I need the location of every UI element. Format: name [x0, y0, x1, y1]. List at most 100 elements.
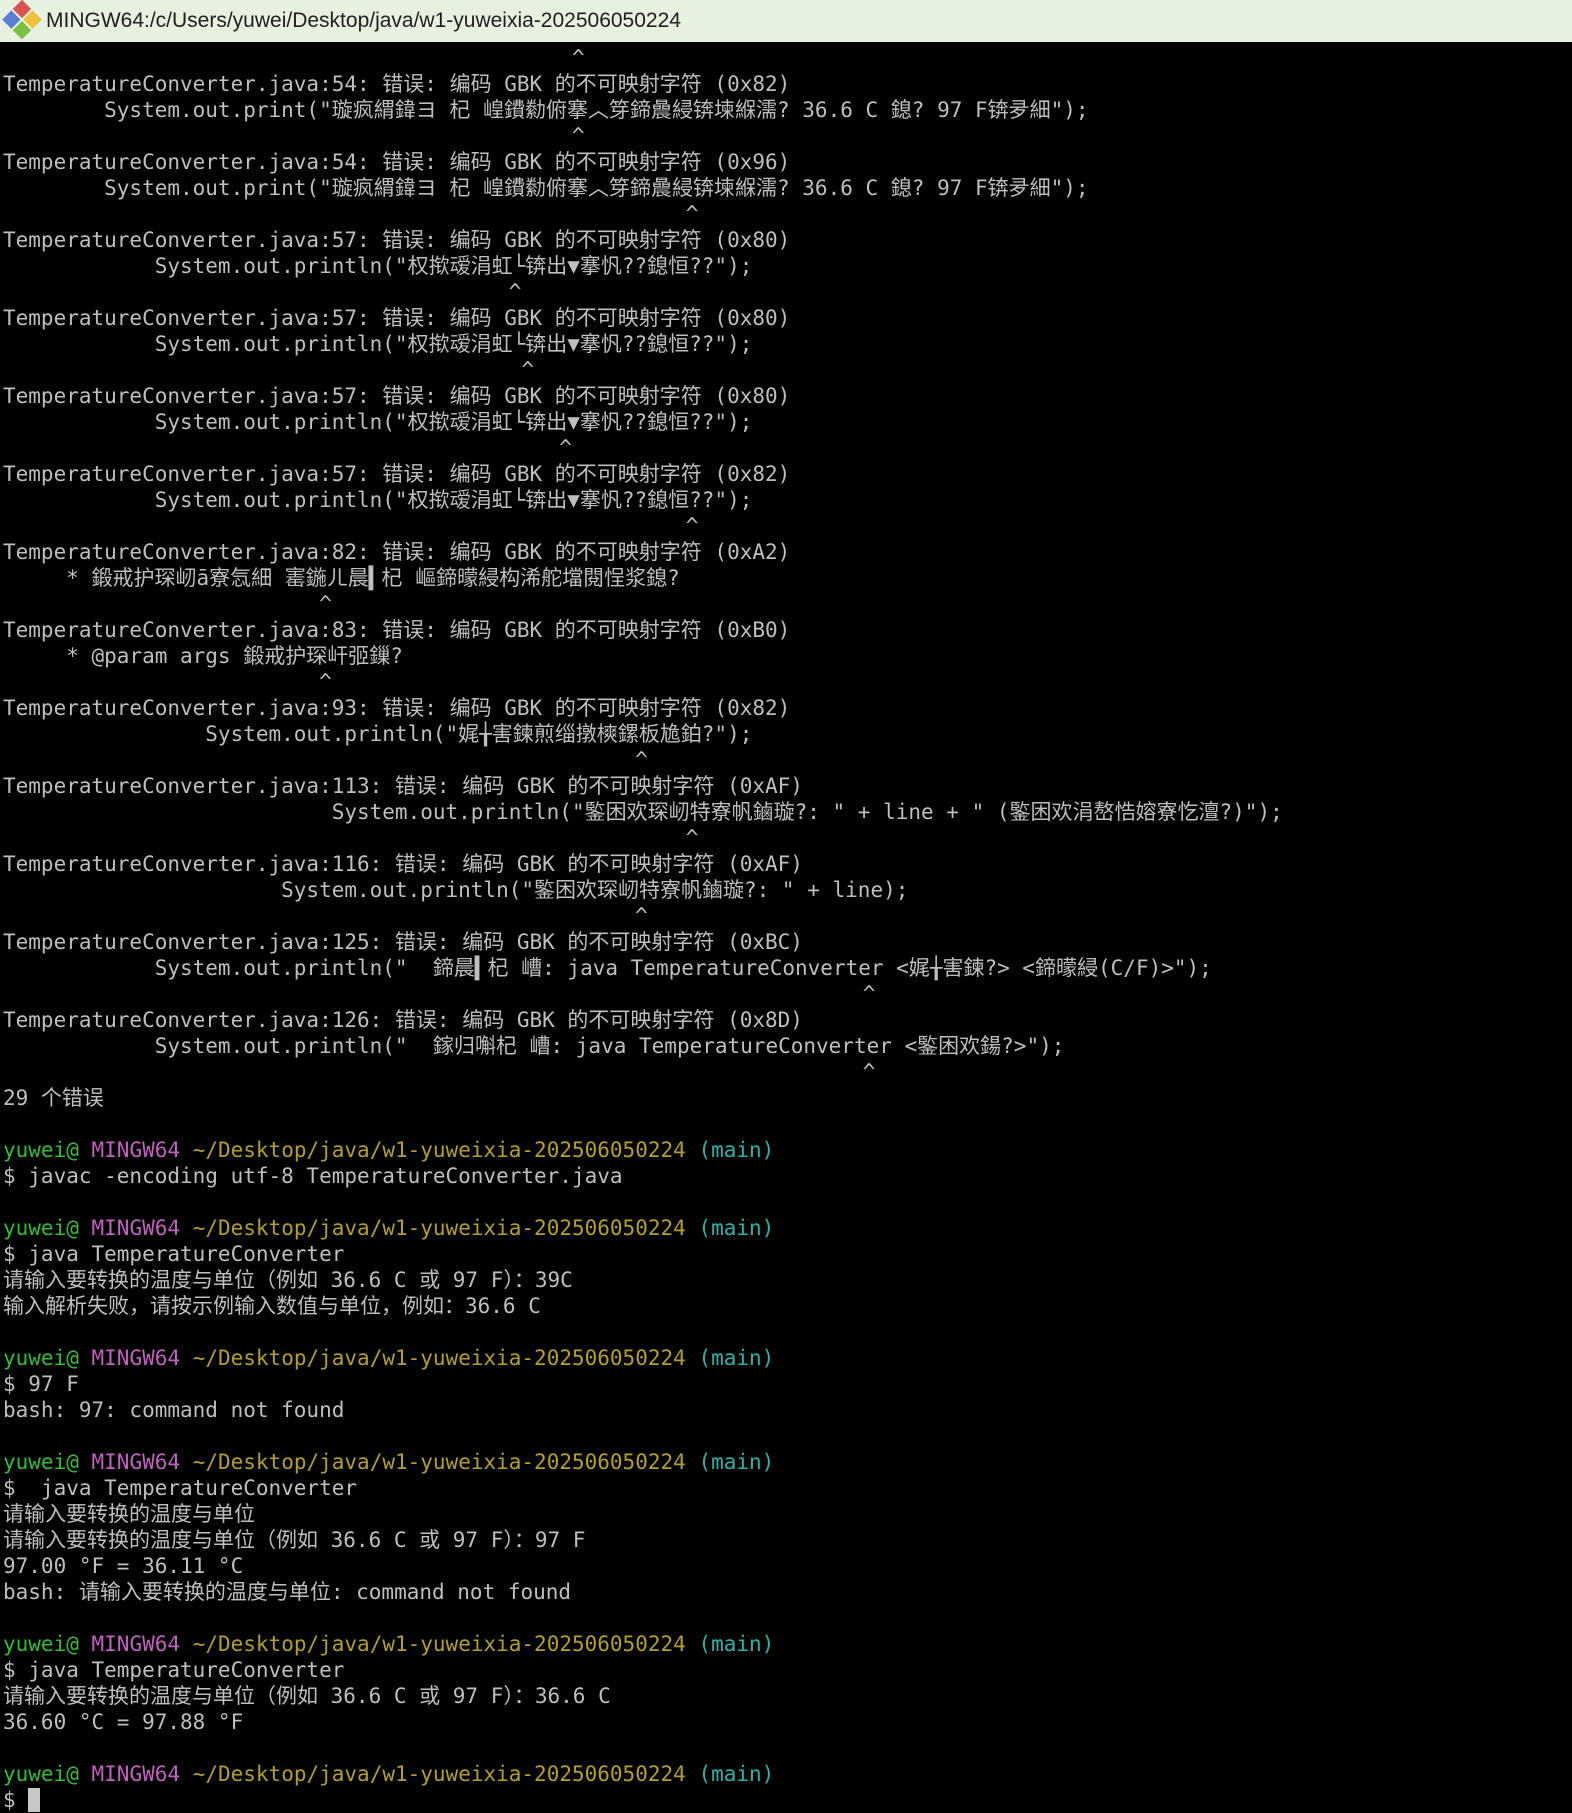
terminal-output-line: System.out.println("娓╁害鍊煎缁撴樉鏍板尯鉑?"); — [3, 721, 1572, 747]
terminal-output-line: 请输入要转换的温度与单位（例如 36.6 C 或 97 F）：36.6 C — [3, 1683, 1572, 1709]
prompt-user: yuwei@ — [3, 1216, 79, 1240]
prompt-space — [686, 1632, 699, 1656]
prompt-space — [686, 1762, 699, 1786]
terminal-output-line: 请输入要转换的温度与单位（例如 36.6 C 或 97 F）：97 F — [3, 1527, 1572, 1553]
caret-marker: ^ — [3, 513, 1572, 539]
terminal-output-line: bash: 97: command not found — [3, 1397, 1572, 1423]
terminal-output-line: System.out.println("权揿叆涓虹└锛出▼搴忛??鎴恒??"); — [3, 409, 1572, 435]
terminal[interactable]: ^TemperatureConverter.java:54: 错误: 编码 GB… — [0, 42, 1572, 1813]
terminal-output-line: 29 个错误 — [3, 1085, 1572, 1111]
terminal-output-line: * @param args 鍛戒护琛屽弬鏁? — [3, 643, 1572, 669]
prompt-git-branch: (main) — [698, 1138, 774, 1162]
blank-line — [3, 1319, 1572, 1345]
blank-line — [3, 1189, 1572, 1215]
prompt-user: yuwei@ — [3, 1138, 79, 1162]
caret-marker: ^ — [3, 669, 1572, 695]
terminal-output-line: System.out.println("权揿叆涓虹└锛出▼搴忛??鎴恒??"); — [3, 331, 1572, 357]
terminal-output-line: System.out.println("权揿叆涓虹└锛出▼搴忛??鎴恒??"); — [3, 487, 1572, 513]
prompt-host: MINGW64 — [92, 1138, 181, 1162]
caret-marker: ^ — [3, 981, 1572, 1007]
terminal-output-line: TemperatureConverter.java:54: 错误: 编码 GBK… — [3, 149, 1572, 175]
prompt-host: MINGW64 — [92, 1450, 181, 1474]
terminal-output-line: 97.00 °F = 36.11 °C — [3, 1553, 1572, 1579]
terminal-output-line: TemperatureConverter.java:57: 错误: 编码 GBK… — [3, 383, 1572, 409]
terminal-output-line: System.out.print("璇疯緭鍏ヨ 杞 崲鐨勬俯搴︿笌鍗曟綅锛堜緥濡… — [3, 97, 1572, 123]
command-line: $ java TemperatureConverter — [3, 1241, 1572, 1267]
prompt-path: ~/Desktop/java/w1-yuweixia-202506050224 — [193, 1632, 686, 1656]
prompt-space — [79, 1138, 92, 1162]
terminal-output-line: System.out.println(" 鍗晨▍杞 嶆: java Temper… — [3, 955, 1572, 981]
window-titlebar[interactable]: MINGW64:/c/Users/yuwei/Desktop/java/w1-y… — [0, 0, 1572, 42]
prompt-line: yuwei@ MINGW64 ~/Desktop/java/w1-yuweixi… — [3, 1761, 1572, 1787]
prompt-path: ~/Desktop/java/w1-yuweixia-202506050224 — [193, 1138, 686, 1162]
prompt-git-branch: (main) — [698, 1216, 774, 1240]
blank-line — [3, 1111, 1572, 1137]
caret-marker: ^ — [3, 357, 1572, 383]
prompt-space — [79, 1632, 92, 1656]
prompt-git-branch: (main) — [698, 1762, 774, 1786]
prompt-line: yuwei@ MINGW64 ~/Desktop/java/w1-yuweixi… — [3, 1215, 1572, 1241]
prompt-user: yuwei@ — [3, 1346, 79, 1370]
terminal-output-line: TemperatureConverter.java:116: 错误: 编码 GB… — [3, 851, 1572, 877]
caret-marker: ^ — [3, 903, 1572, 929]
terminal-output-line: 输入解析失败，请按示例输入数值与单位，例如：36.6 C — [3, 1293, 1572, 1319]
blank-line — [3, 1735, 1572, 1761]
prompt-space — [686, 1450, 699, 1474]
prompt-path: ~/Desktop/java/w1-yuweixia-202506050224 — [193, 1450, 686, 1474]
terminal-output-line: System.out.println("鍳困欢琛屻特寮帆鏀璇?: " + lin… — [3, 799, 1572, 825]
prompt-space — [180, 1216, 193, 1240]
terminal-output-line: System.out.print("璇疯緭鍏ヨ 杞 崲鐨勬俯搴︿笌鍗曟綅锛堜緥濡… — [3, 175, 1572, 201]
terminal-output-line: TemperatureConverter.java:82: 错误: 编码 GBK… — [3, 539, 1572, 565]
terminal-output-line: TemperatureConverter.java:54: 错误: 编码 GBK… — [3, 71, 1572, 97]
prompt-line: yuwei@ MINGW64 ~/Desktop/java/w1-yuweixi… — [3, 1137, 1572, 1163]
dollar-sign: $ — [3, 1788, 28, 1812]
prompt-git-branch: (main) — [698, 1346, 774, 1370]
terminal-output-line: TemperatureConverter.java:113: 错误: 编码 GB… — [3, 773, 1572, 799]
blank-line — [3, 1423, 1572, 1449]
prompt-path: ~/Desktop/java/w1-yuweixia-202506050224 — [193, 1346, 686, 1370]
prompt-host: MINGW64 — [92, 1762, 181, 1786]
terminal-output-line: TemperatureConverter.java:93: 错误: 编码 GBK… — [3, 695, 1572, 721]
prompt-space — [180, 1632, 193, 1656]
prompt-space — [79, 1216, 92, 1240]
caret-marker: ^ — [3, 591, 1572, 617]
caret-marker: ^ — [3, 435, 1572, 461]
prompt-space — [686, 1346, 699, 1370]
prompt-line: yuwei@ MINGW64 ~/Desktop/java/w1-yuweixi… — [3, 1631, 1572, 1657]
prompt-user: yuwei@ — [3, 1450, 79, 1474]
caret-marker: ^ — [3, 123, 1572, 149]
prompt-git-branch: (main) — [698, 1450, 774, 1474]
terminal-output-line: TemperatureConverter.java:125: 错误: 编码 GB… — [3, 929, 1572, 955]
prompt-space — [686, 1216, 699, 1240]
prompt-space — [79, 1762, 92, 1786]
prompt-host: MINGW64 — [92, 1346, 181, 1370]
prompt-host: MINGW64 — [92, 1632, 181, 1656]
caret-marker: ^ — [3, 45, 1572, 71]
prompt-space — [180, 1138, 193, 1162]
terminal-output-line: System.out.println(" 鎵归嘝杞 嶆: java Temper… — [3, 1033, 1572, 1059]
prompt-host: MINGW64 — [92, 1216, 181, 1240]
prompt-git-branch: (main) — [698, 1632, 774, 1656]
terminal-output-line: System.out.println("鍳困欢琛屻特寮帆鏀璇?: " + lin… — [3, 877, 1572, 903]
prompt-space — [686, 1138, 699, 1162]
command-line: $ java TemperatureConverter — [3, 1657, 1572, 1683]
prompt-space — [180, 1346, 193, 1370]
prompt-path: ~/Desktop/java/w1-yuweixia-202506050224 — [193, 1762, 686, 1786]
msys2-diamond-icon — [1, 0, 43, 42]
terminal-output-line: 请输入要转换的温度与单位 — [3, 1501, 1572, 1527]
prompt-space — [79, 1450, 92, 1474]
caret-marker: ^ — [3, 1059, 1572, 1085]
caret-marker: ^ — [3, 279, 1572, 305]
terminal-output-line: TemperatureConverter.java:126: 错误: 编码 GB… — [3, 1007, 1572, 1033]
prompt-user: yuwei@ — [3, 1632, 79, 1656]
terminal-output-line: 36.60 °C = 97.88 °F — [3, 1709, 1572, 1735]
prompt-space — [180, 1762, 193, 1786]
command-line: $ javac -encoding utf-8 TemperatureConve… — [3, 1163, 1572, 1189]
terminal-output-line: TemperatureConverter.java:57: 错误: 编码 GBK… — [3, 227, 1572, 253]
terminal-output-line: TemperatureConverter.java:57: 错误: 编码 GBK… — [3, 305, 1572, 331]
terminal-output-line: * 鍛戒护琛屻ā寮忥細 寚鍦ㄦ晨▍杞 嶇鍗曚綅构浠舵壋閱悜浆鎴? — [3, 565, 1572, 591]
command-line-active: $ — [3, 1787, 1572, 1813]
terminal-output-line: TemperatureConverter.java:83: 错误: 编码 GBK… — [3, 617, 1572, 643]
window-title: MINGW64:/c/Users/yuwei/Desktop/java/w1-y… — [46, 9, 681, 33]
terminal-output-line: TemperatureConverter.java:57: 错误: 编码 GBK… — [3, 461, 1572, 487]
